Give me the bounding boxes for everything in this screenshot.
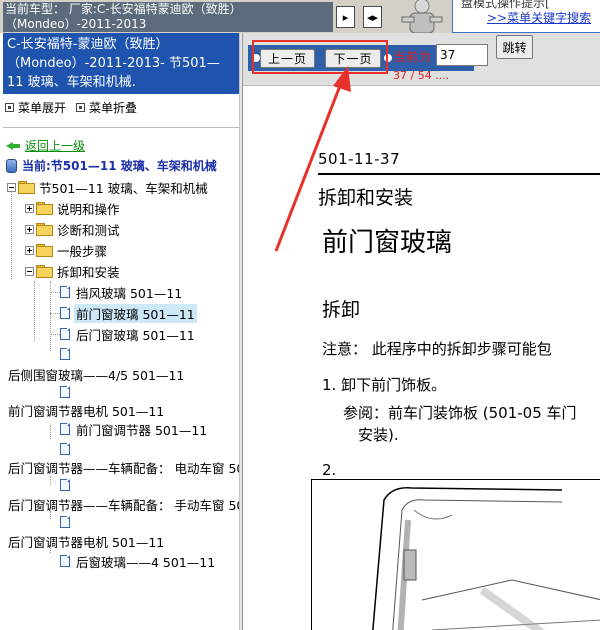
procedure-title: 前门窗玻璃 — [322, 228, 453, 258]
page-number-input[interactable] — [436, 44, 488, 66]
tree-leaf-rear-regulator-motor[interactable]: 后门窗调节器电机 501—11 — [6, 532, 166, 550]
collapse-toggle-icon[interactable] — [25, 266, 34, 276]
tree-guide-line — [34, 281, 35, 341]
top-toolbar: 当前车型： 厂家:C-长安福特蒙迪欧（致胜）（Mondeo）-2011-2013… — [0, 0, 600, 33]
current-model-title: 当前车型： 厂家:C-长安福特蒙迪欧（致胜）（Mondeo）-2011-2013 — [3, 2, 333, 32]
document-icon — [60, 386, 70, 398]
tree-node-label: 后门窗玻璃 501—11 — [76, 327, 195, 343]
tree-node-label: 拆卸和安装 — [57, 264, 120, 280]
document-icon — [60, 328, 70, 340]
tree-leaf-front-regulator[interactable]: 前门窗调节器 501—11 — [60, 420, 209, 438]
tree-node-label: 前门窗调节器电机 501—11 — [8, 403, 165, 419]
collapse-toggle-icon[interactable] — [7, 182, 16, 192]
highlight-box — [252, 40, 388, 74]
tree-node-label: 一般步骤 — [57, 243, 108, 259]
tree-node-label: 说明和操作 — [57, 201, 120, 217]
tree-leaf-rear-quarter-glass[interactable]: 后侧围窗玻璃——4/5 501—11 — [6, 365, 186, 383]
document-viewer: 501-11-37 拆卸和安装 前门窗玻璃 拆卸 注意： 此程序中的拆卸步骤可能… — [243, 87, 600, 630]
folder-icon — [36, 202, 53, 215]
reference-line-cont: 安装). — [358, 426, 399, 444]
tree-guide-line — [50, 334, 60, 335]
tree-leaf[interactable] — [60, 345, 78, 363]
folder-icon — [36, 244, 53, 257]
tree-node-label: 后窗玻璃——4 501—11 — [76, 554, 216, 570]
sidebar: C-长安福特-蒙迪欧（致胜）（Mondeo）-2011-2013- 节501—1… — [0, 33, 281, 630]
jump-button[interactable]: 跳转 — [496, 35, 533, 59]
tree-leaf[interactable] — [60, 383, 78, 401]
mascot-icon — [401, 0, 443, 33]
section-heading: 拆卸和安装 — [318, 187, 414, 209]
document-icon — [60, 516, 70, 528]
tree-leaf[interactable] — [60, 440, 78, 458]
tree-node-label: 节501—11 玻璃、车架和机械 — [39, 180, 208, 196]
tree-leaf-rear-window-glass[interactable]: 后窗玻璃——4 501—11 — [60, 552, 217, 570]
reference-line: 参阅：前车门装饰板 (501-05 车门 — [343, 404, 577, 422]
expand-button[interactable]: ◂▸ — [363, 6, 382, 28]
navigation-tree: 节501—11 玻璃、车架和机械 说明和操作 诊断和测试 一般步骤 拆卸和安装 — [0, 33, 281, 630]
tree-node-label: 前门窗玻璃 501—11 — [74, 303, 197, 323]
document-icon — [60, 348, 70, 360]
folder-icon — [36, 223, 53, 236]
page-code: 501-11-37 — [318, 150, 401, 168]
tree-node-general[interactable]: 一般步骤 — [25, 241, 109, 259]
keyword-search-link[interactable]: >>菜单关键字搜索 — [487, 9, 591, 26]
search-ad-box: 盘模式操作提示[ >>菜单关键字搜索 — [452, 0, 600, 33]
expand-toggle-icon[interactable] — [25, 203, 34, 213]
removal-heading: 拆卸 — [322, 299, 361, 321]
document-icon — [60, 307, 70, 319]
arrow-right-button[interactable]: ▸ — [336, 6, 355, 28]
tree-node-chapter[interactable]: 节501—11 玻璃、车架和机械 — [7, 178, 210, 196]
expand-icon: ◂▸ — [366, 10, 379, 24]
tree-guide-line — [11, 191, 12, 279]
document-icon — [60, 286, 70, 298]
tree-leaf-windshield[interactable]: 挡风玻璃 501—11 — [60, 283, 184, 301]
tree-node-label: 后侧围窗玻璃——4/5 501—11 — [8, 367, 185, 383]
tree-leaf-rear-door-glass[interactable]: 后门窗玻璃 501—11 — [60, 325, 197, 343]
tree-leaf[interactable] — [60, 513, 78, 531]
door-illustration — [311, 479, 600, 630]
tree-node-label: 前门窗调节器 501—11 — [76, 422, 208, 438]
tree-node-diagnosis[interactable]: 诊断和测试 — [25, 220, 122, 238]
folder-open-icon — [18, 181, 35, 194]
current-page-label: 当前为 — [393, 50, 433, 64]
step-2: 2. — [322, 461, 337, 479]
page-count-text: 37 / 54 .... — [393, 69, 450, 82]
document-icon — [60, 443, 70, 455]
tree-leaf[interactable] — [60, 476, 78, 494]
tree-guide-line — [50, 476, 51, 484]
door-frame-drawing — [372, 487, 600, 630]
tree-node-description[interactable]: 说明和操作 — [25, 199, 122, 217]
tree-guide-line — [50, 313, 60, 314]
step-1: 1. 卸下前门饰板。 — [322, 376, 447, 394]
folder-open-icon — [36, 265, 53, 278]
tree-guide-line — [50, 292, 60, 293]
tree-node-removal-install[interactable]: 拆卸和安装 — [25, 262, 122, 280]
arrow-right-icon: ▸ — [342, 10, 349, 24]
tree-node-label: 挡风玻璃 501—11 — [76, 285, 183, 301]
tree-leaf-front-door-glass[interactable]: 前门窗玻璃 501—11 — [60, 303, 197, 323]
document-icon — [60, 423, 70, 435]
app-window: 当前车型： 厂家:C-长安福特蒙迪欧（致胜）（Mondeo）-2011-2013… — [0, 0, 600, 630]
header-rule — [318, 173, 600, 175]
caution-note: 注意： 此程序中的拆卸步骤可能包 — [322, 340, 552, 358]
tree-leaf-front-regulator-motor[interactable]: 前门窗调节器电机 501—11 — [6, 401, 166, 419]
tree-guide-line — [50, 425, 51, 439]
document-icon — [60, 479, 70, 491]
tree-node-label: 后门窗调节器电机 501—11 — [8, 534, 165, 550]
document-icon — [60, 555, 70, 567]
expand-toggle-icon[interactable] — [25, 224, 34, 234]
expand-toggle-icon[interactable] — [25, 245, 34, 255]
tree-node-label: 诊断和测试 — [57, 222, 120, 238]
